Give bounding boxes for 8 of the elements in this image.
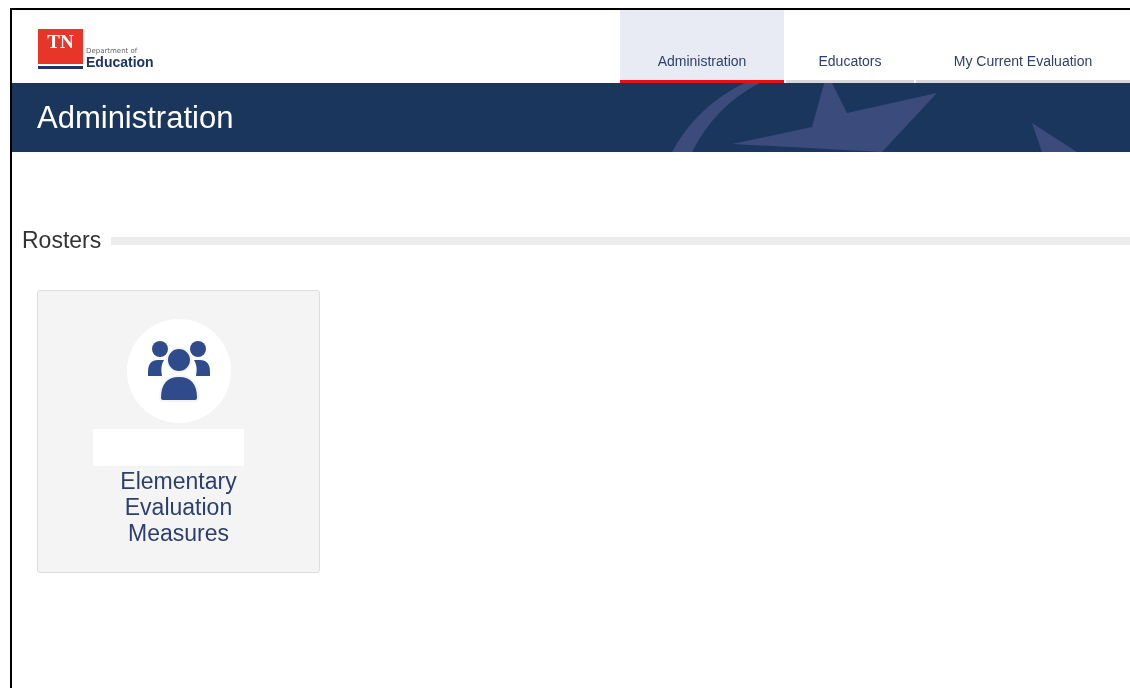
people-icon: [145, 340, 212, 402]
logo-title: Education: [86, 55, 154, 69]
section-title: Rosters: [22, 227, 102, 254]
logo-mark: TN: [38, 29, 83, 69]
card-title: Elementary Evaluation Measures: [119, 468, 238, 546]
nav-tab[interactable]: Administration: [620, 10, 784, 83]
roster-card[interactable]: Elementary Evaluation Measures: [37, 290, 320, 573]
page-title: Administration: [37, 99, 234, 136]
